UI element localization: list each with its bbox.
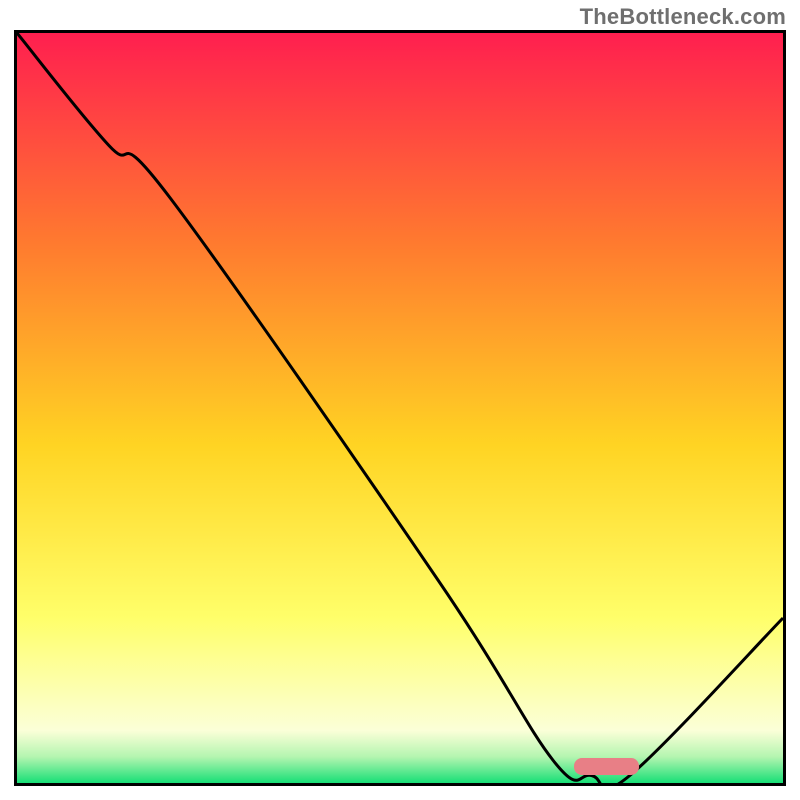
chart-curve: [17, 33, 783, 783]
watermark-text: TheBottleneck.com: [580, 4, 786, 30]
optimum-marker: [574, 758, 639, 775]
chart-frame: [14, 30, 786, 786]
